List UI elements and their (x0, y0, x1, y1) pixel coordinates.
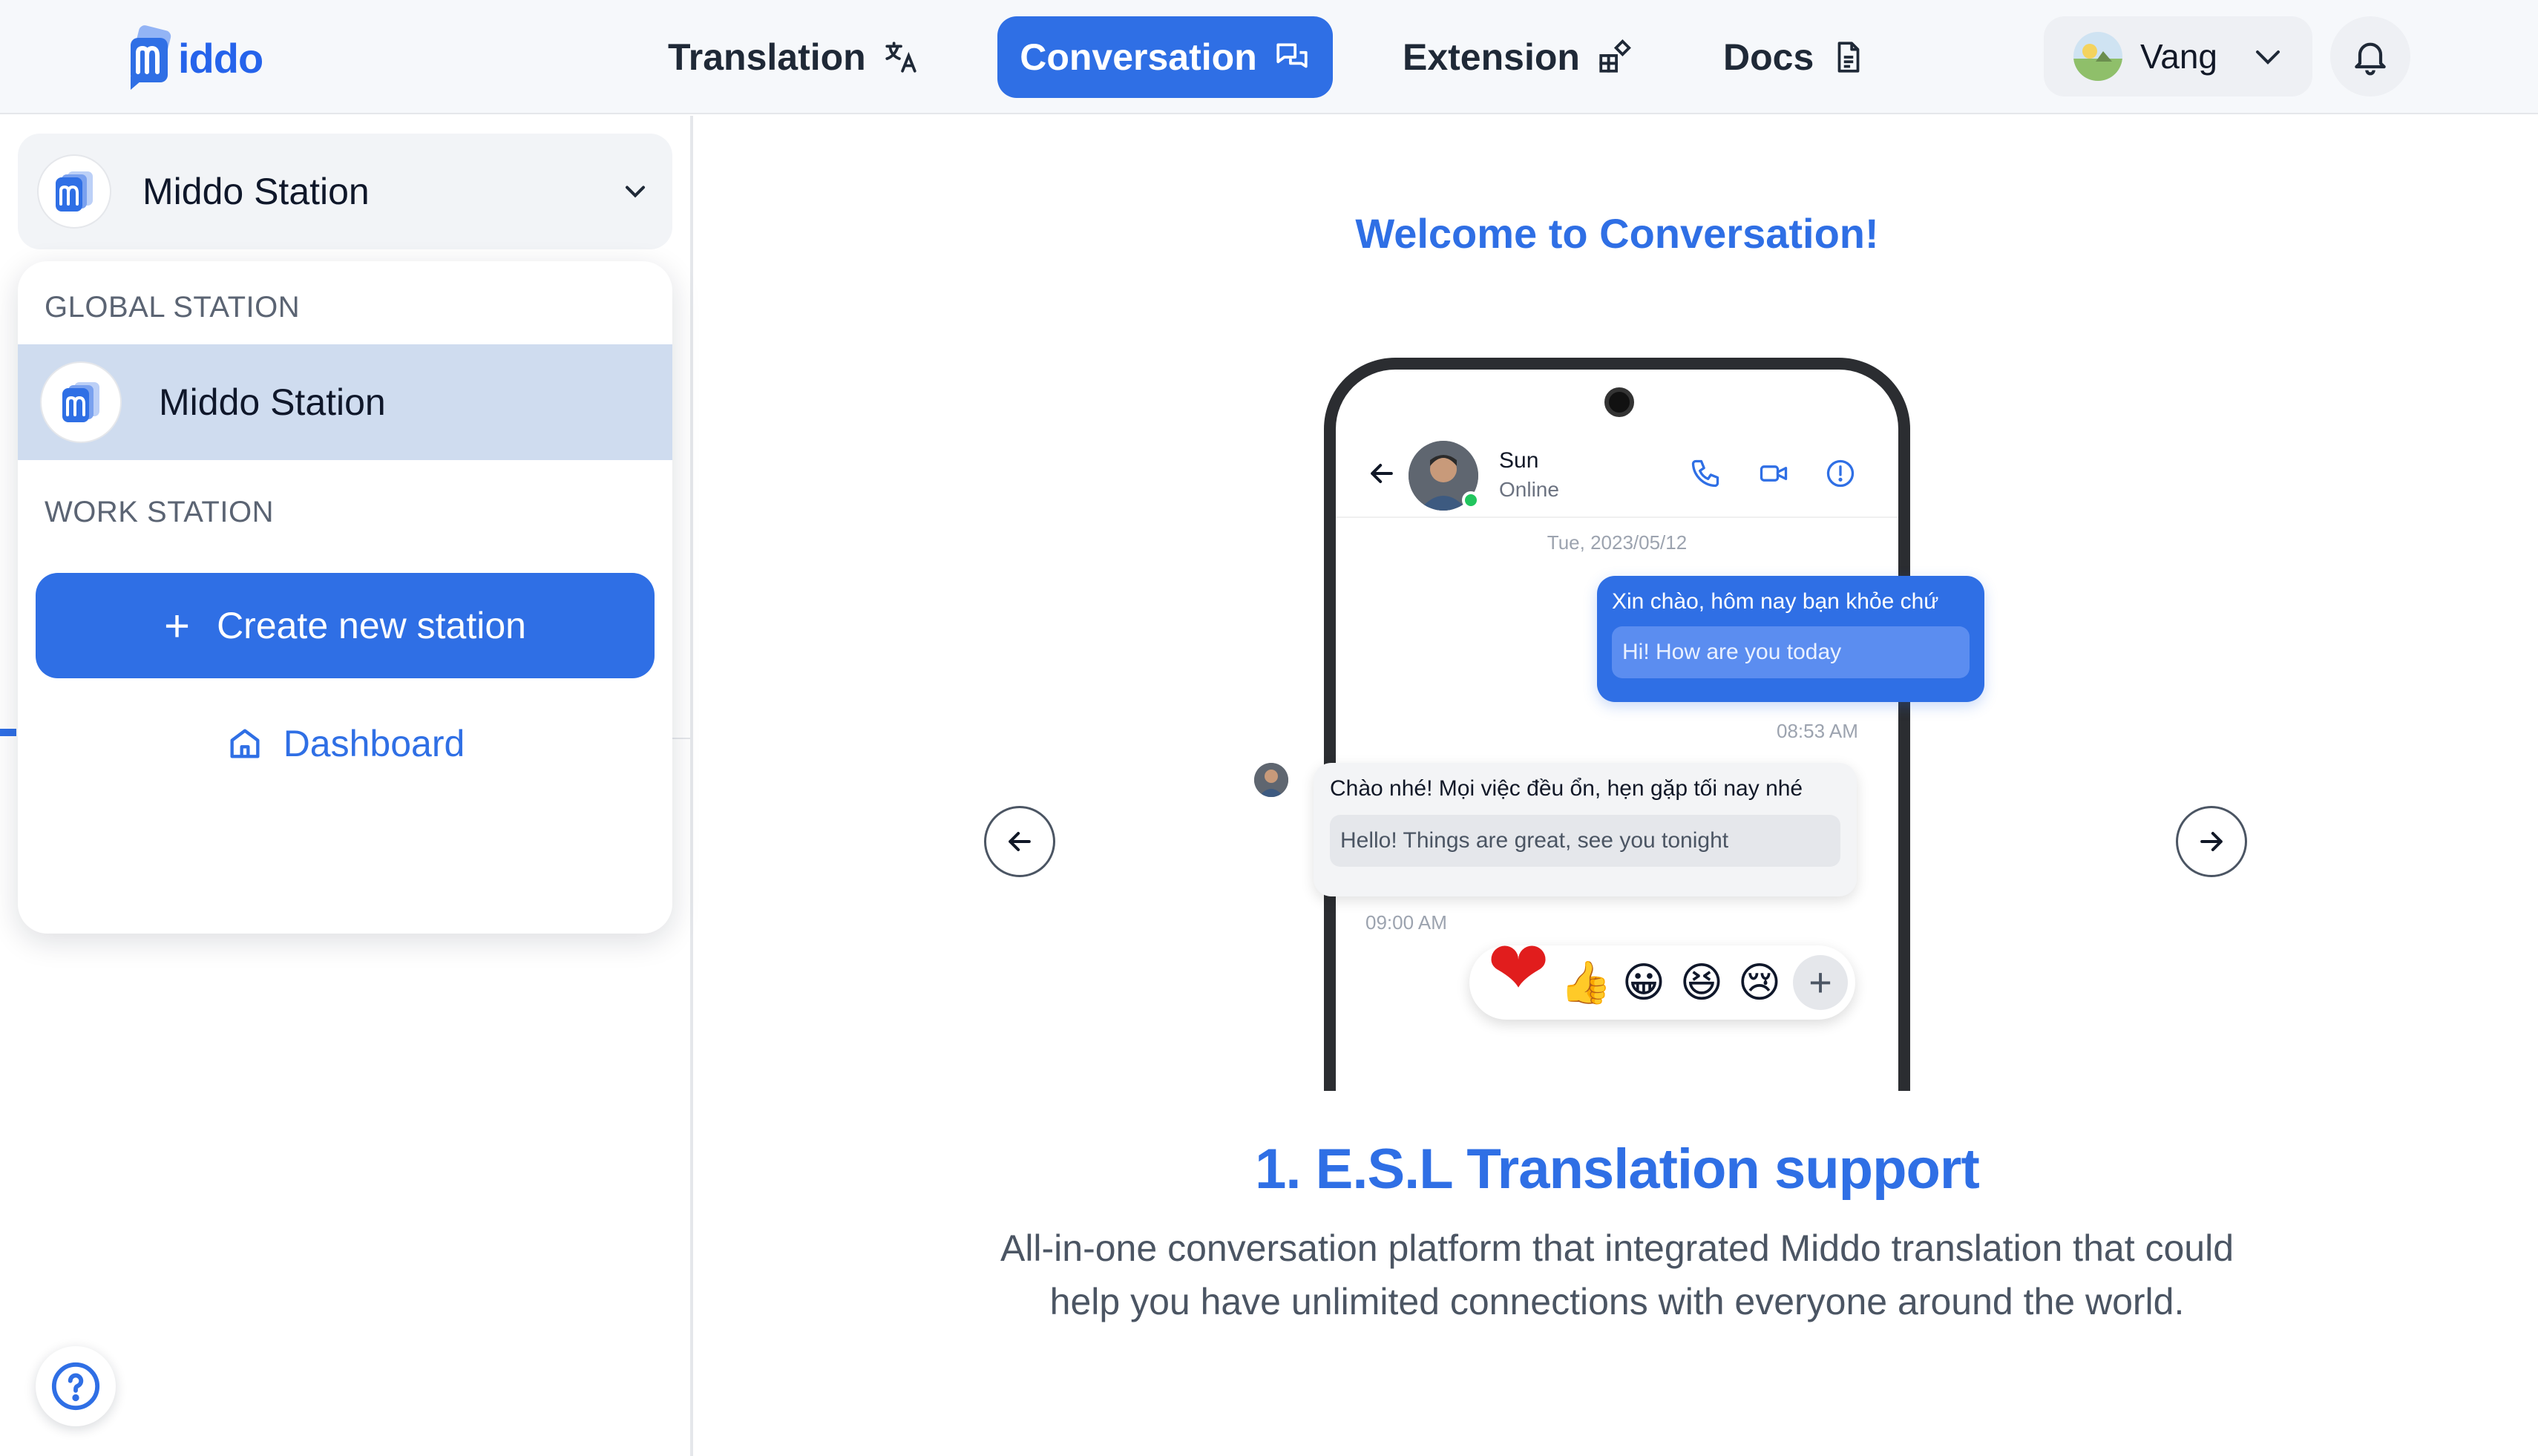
document-icon (1837, 42, 1860, 73)
station-selector[interactable]: Middo Station (18, 134, 672, 249)
chevron-down-icon (2256, 50, 2280, 65)
chat-date: Tue, 2023/05/12 (1547, 531, 1688, 554)
station-dropdown: GLOBAL STATION Middo Station WORK STATIO… (18, 261, 672, 934)
nav-translation[interactable]: Translation (668, 16, 919, 98)
add-reaction-button[interactable]: + (1793, 955, 1848, 1010)
nav-docs[interactable]: Docs (1723, 16, 1867, 98)
thumbs-up-reaction[interactable]: 👍 (1557, 958, 1615, 1007)
help-button[interactable] (36, 1346, 116, 1426)
nav-extension[interactable]: Extension (1403, 16, 1633, 98)
chat-bubbles-icon (1276, 43, 1308, 68)
welcome-title: Welcome to Conversation! (1355, 210, 1879, 257)
nav-extension-label: Extension (1403, 36, 1580, 78)
feature-description: All-in-one conversation platform that in… (1000, 1227, 2234, 1322)
reaction-bar: ❤ 👍 😀 😆 😢 + (1469, 925, 1855, 1020)
middo-logo[interactable]: iddo (125, 21, 263, 95)
translate-icon (885, 42, 916, 73)
middo-logo-icon (131, 25, 171, 90)
cry-reaction[interactable]: 😢 (1731, 959, 1788, 1007)
back-arrow-icon (1371, 463, 1393, 484)
nav-conversation-label: Conversation (1020, 36, 1257, 78)
sidebar-active-indicator (0, 729, 16, 736)
arrow-right-icon (2200, 831, 2223, 852)
global-station-heading: GLOBAL STATION (45, 291, 301, 324)
phone-mockup: Sun Online Tue, 2023/05/12 Xin chào, hôm… (1254, 358, 1984, 1091)
phone-call-icon (1691, 459, 1719, 488)
message-original: Xin chào, hôm nay bạn khỏe chứ (1612, 589, 1939, 614)
nav-translation-label: Translation (668, 36, 866, 78)
middo-station-icon (62, 382, 99, 422)
video-call-icon (1760, 465, 1788, 482)
laugh-reaction[interactable]: 😆 (1673, 959, 1731, 1007)
carousel-prev-button[interactable] (984, 806, 1055, 877)
extension-icon (1599, 39, 1631, 73)
dashboard-label: Dashboard (283, 723, 465, 764)
station-item-middo[interactable]: Middo Station (18, 344, 672, 460)
work-station-heading: WORK STATION (45, 496, 274, 528)
notifications-button[interactable] (2330, 16, 2410, 96)
outgoing-message: Xin chào, hôm nay bạn khỏe chứ Hi! How a… (1597, 576, 1984, 702)
main-content: Welcome to Conversation! Sun Online Tue,… (696, 116, 2538, 1456)
nav-conversation[interactable]: Conversation (997, 16, 1333, 98)
station-logo (40, 361, 122, 443)
message-original: Chào nhé! Mọi việc đều ổn, hẹn gặp tối n… (1330, 776, 1803, 801)
help-icon (51, 1362, 100, 1411)
message-time: 08:53 AM (1777, 720, 1858, 742)
phone-camera (1604, 387, 1634, 417)
bell-icon (2355, 42, 2386, 76)
create-station-label: Create new station (217, 605, 526, 646)
dashboard-link[interactable]: Dashboard (18, 706, 672, 781)
station-logo (37, 154, 111, 229)
message-translation: Hello! Things are great, see you tonight (1330, 815, 1840, 867)
chevron-down-icon (625, 186, 646, 198)
chat-header: Sun Online (1336, 429, 1898, 518)
user-name: Vang (2140, 37, 2218, 76)
sidebar: Middo Station GLOBAL STATION Middo Stati… (0, 116, 693, 1456)
phone-screen: Sun Online Tue, 2023/05/12 Xin chào, hôm… (1254, 370, 1984, 1091)
middo-station-icon (56, 171, 93, 211)
home-icon (230, 729, 260, 758)
plus-icon: + (164, 600, 191, 651)
station-item-label: Middo Station (159, 381, 386, 423)
user-menu-button[interactable]: Vang (2044, 16, 2312, 96)
logo-text: iddo (178, 34, 263, 82)
carousel-next-button[interactable] (2176, 806, 2247, 877)
message-translation: Hi! How are you today (1612, 626, 1970, 678)
message-time: 09:00 AM (1365, 911, 1447, 934)
user-avatar (2073, 32, 2122, 81)
feature-title: 1. E.S.L Translation support (1255, 1138, 1980, 1201)
incoming-message: Chào nhé! Mọi việc đều ổn, hẹn gặp tối n… (1314, 763, 1857, 896)
contact-avatar (1409, 441, 1480, 511)
create-station-button[interactable]: + Create new station (36, 573, 655, 678)
contact-name: Sun (1499, 448, 1539, 473)
heart-reaction[interactable]: ❤ (1480, 925, 1557, 1011)
grin-reaction[interactable]: 😀 (1615, 959, 1673, 1007)
contact-status: Online (1499, 478, 1559, 501)
arrow-left-icon (1009, 831, 1031, 852)
current-station-name: Middo Station (142, 171, 370, 212)
online-status-dot (1462, 491, 1480, 509)
top-header: iddo Translation Conversation Extension … (0, 0, 2538, 114)
info-icon (1826, 459, 1855, 488)
sender-avatar (1254, 763, 1288, 797)
nav-docs-label: Docs (1723, 36, 1814, 78)
